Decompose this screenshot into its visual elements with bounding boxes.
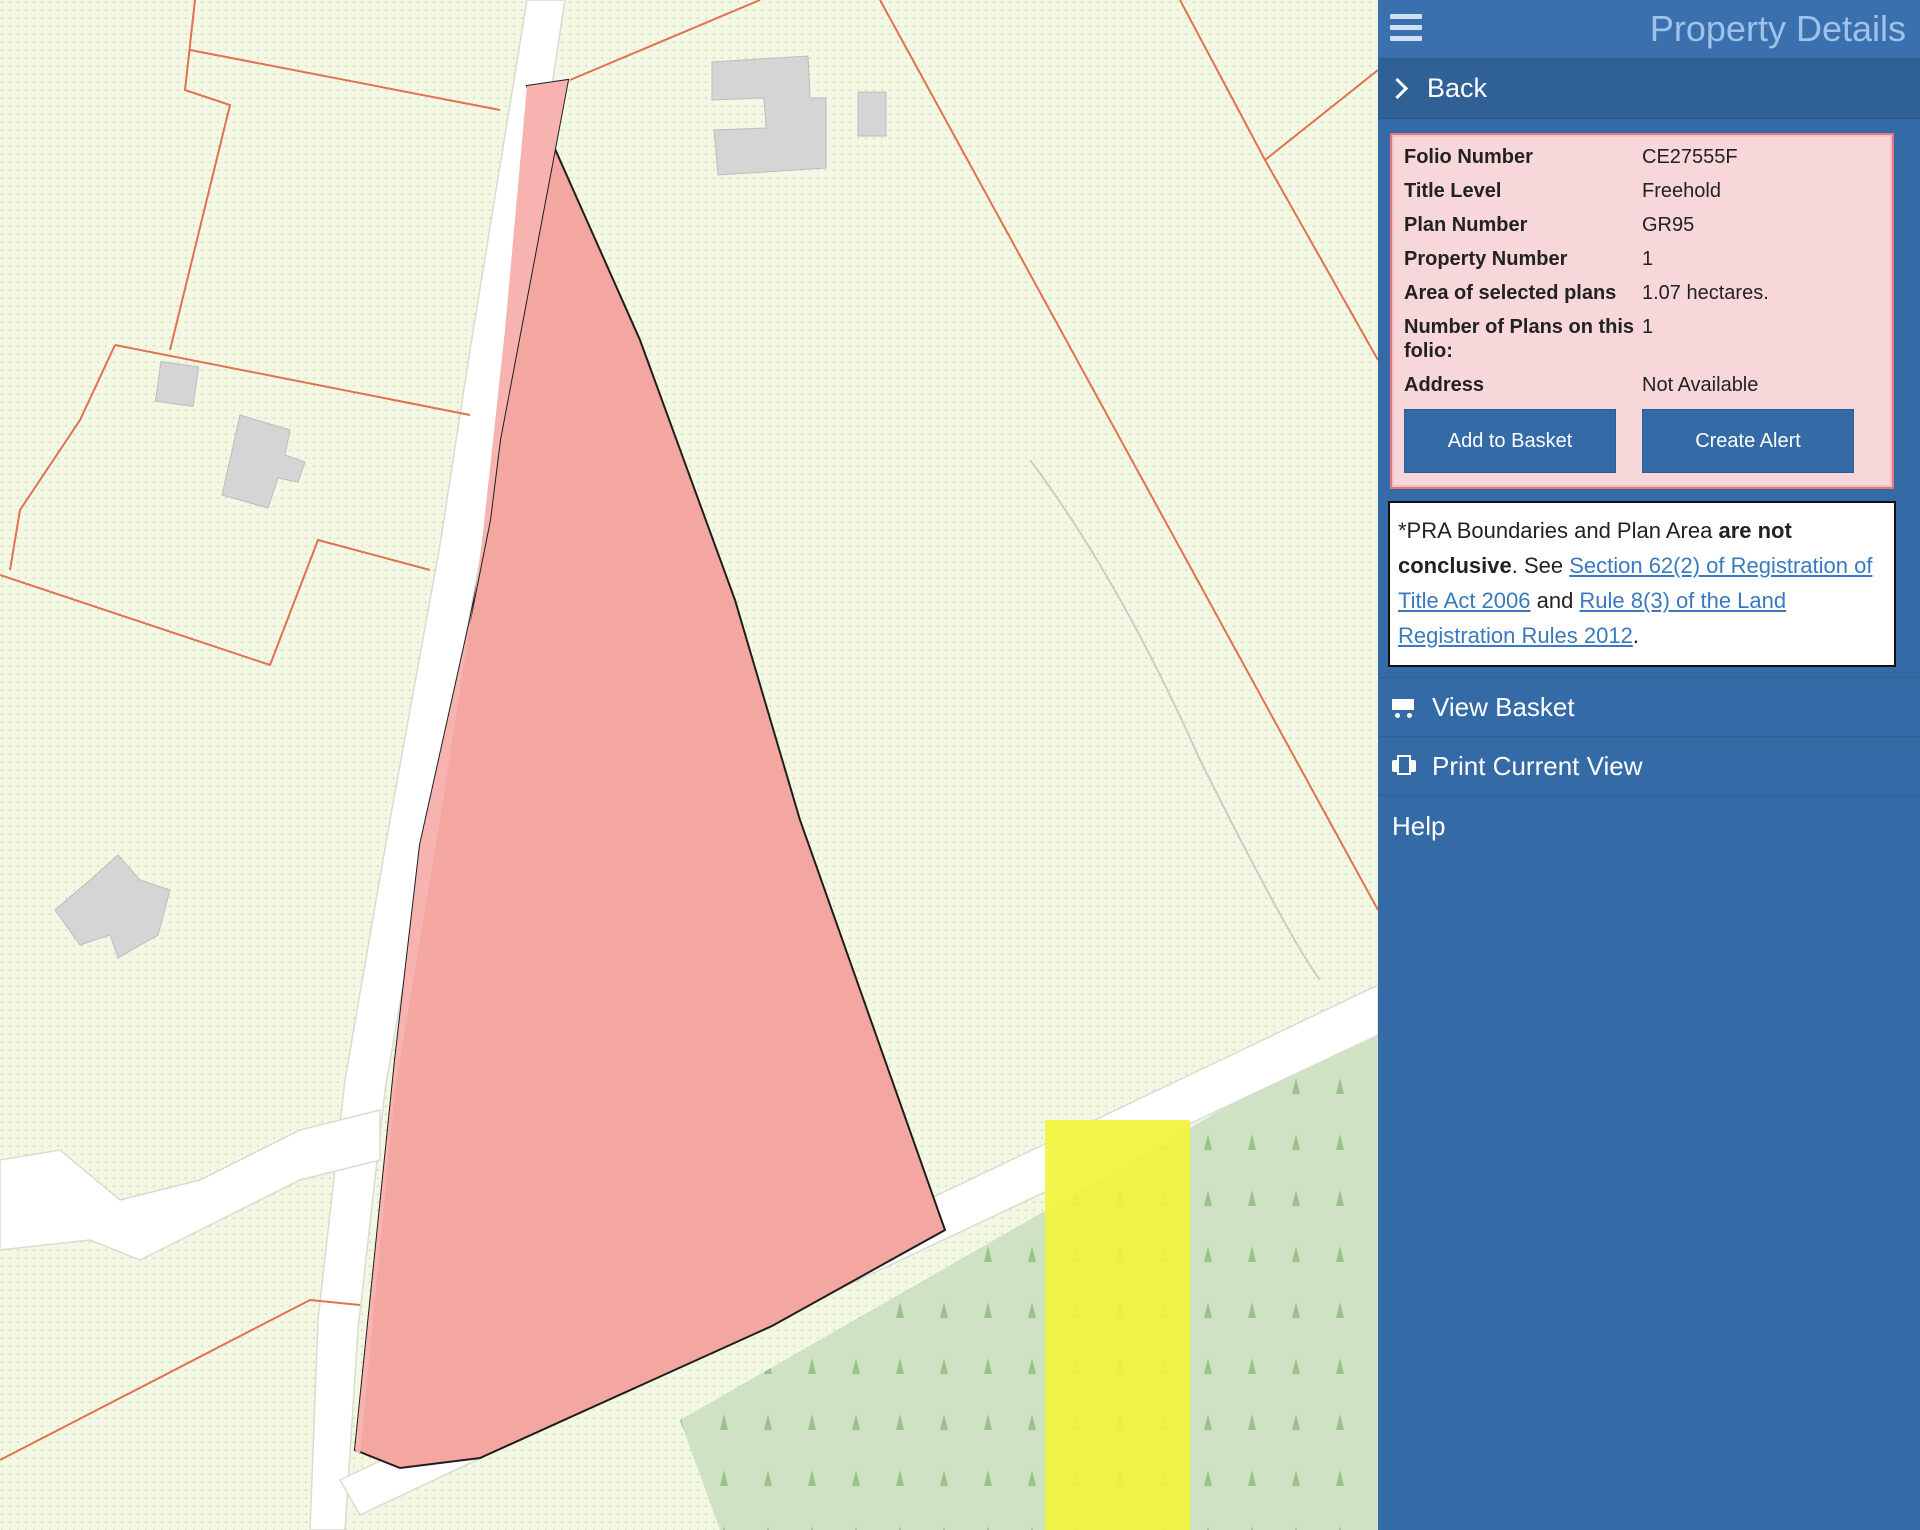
back-label: Back	[1427, 73, 1488, 103]
view-basket-label: View Basket	[1432, 691, 1575, 722]
info-label: Number of Plans on this folio:	[1404, 316, 1635, 362]
panel-title: Property Details	[1649, 8, 1906, 49]
info-row-folio-number: Folio Number CE27555F	[1404, 145, 1882, 169]
info-value: CE27555F	[1642, 146, 1738, 168]
back-button[interactable]: Back	[1378, 59, 1920, 119]
info-value: Not Available	[1642, 374, 1759, 396]
map-view[interactable]	[0, 0, 1378, 1530]
print-view-label: Print Current View	[1432, 750, 1643, 781]
info-value: 1	[1642, 248, 1654, 270]
info-row-plan-number: Plan Number GR95	[1404, 213, 1882, 237]
view-basket-button[interactable]: View Basket	[1378, 677, 1920, 737]
info-row-property-number: Property Number 1	[1404, 247, 1882, 271]
disclaimer-text: . See	[1511, 553, 1570, 578]
disclaimer-text: .	[1632, 623, 1639, 648]
hamburger-menu-icon[interactable]	[1390, 14, 1422, 42]
info-value: Freehold	[1642, 180, 1721, 202]
highlighted-strip	[1045, 1120, 1190, 1530]
help-link[interactable]: Help	[1378, 796, 1920, 856]
property-info-card: Folio Number CE27555F Title Level Freehold…	[1390, 133, 1894, 489]
info-label: Title Level	[1404, 180, 1502, 202]
info-label: Area of selected plans	[1404, 282, 1617, 304]
info-label: Property Number	[1404, 248, 1568, 270]
info-value: 1	[1642, 316, 1654, 338]
printer-icon	[1390, 754, 1420, 778]
chevron-right-icon	[1386, 77, 1409, 100]
print-current-view-button[interactable]: Print Current View	[1378, 737, 1920, 796]
info-label: Plan Number	[1404, 214, 1528, 236]
info-row-number-of-plans: Number of Plans on this folio: 1	[1404, 315, 1882, 363]
create-alert-button[interactable]: Create Alert	[1642, 409, 1854, 473]
info-value: 1.07 hectares.	[1642, 282, 1769, 304]
disclaimer-text: and	[1530, 588, 1580, 613]
info-value: GR95	[1642, 214, 1695, 236]
info-row-address: Address Not Available	[1404, 373, 1882, 397]
info-label: Address	[1404, 374, 1485, 396]
property-details-panel: Property Details Back Folio Number CE2755…	[1378, 0, 1920, 1530]
panel-header: Property Details	[1378, 0, 1920, 59]
info-row-title-level: Title Level Freehold	[1404, 179, 1882, 203]
info-row-area: Area of selected plans 1.07 hectares.	[1404, 281, 1882, 305]
boundary-disclaimer: *PRA Boundaries and Plan Area are not co…	[1388, 501, 1896, 667]
shopping-cart-icon	[1390, 695, 1420, 719]
disclaimer-text: *PRA Boundaries and Plan Area	[1398, 518, 1719, 543]
add-to-basket-button[interactable]: Add to Basket	[1404, 409, 1616, 473]
info-label: Folio Number	[1404, 146, 1533, 168]
